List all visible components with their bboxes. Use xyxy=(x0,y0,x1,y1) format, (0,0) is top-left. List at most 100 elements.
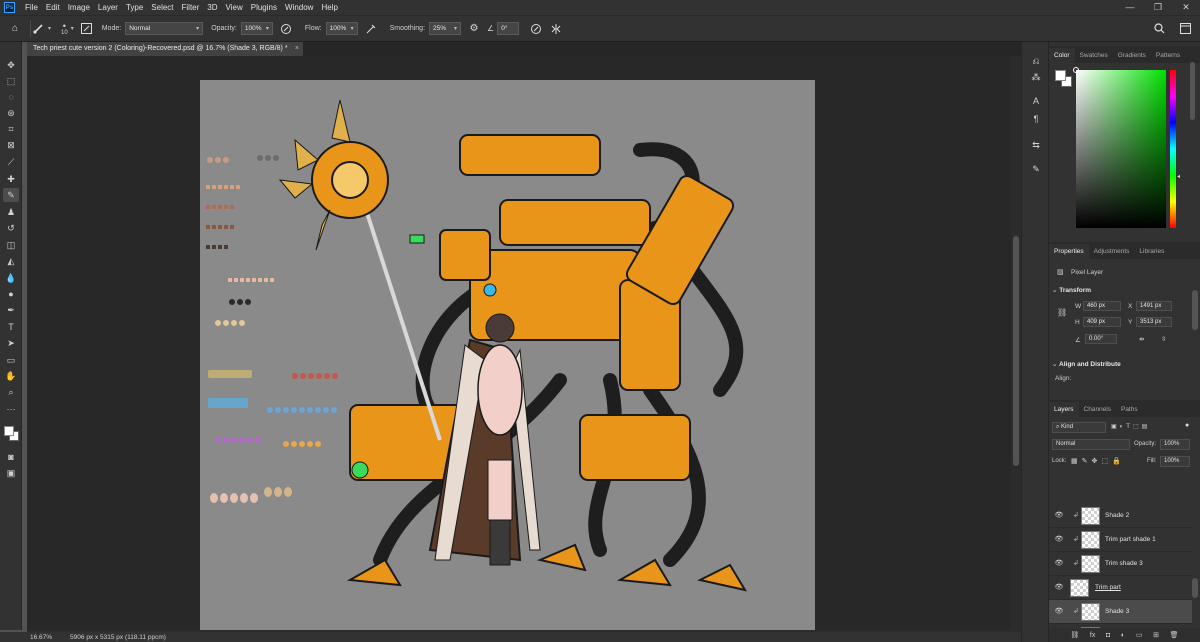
rectangle-tool-icon[interactable]: ▭ xyxy=(3,353,19,367)
eraser-tool-icon[interactable]: ◫ xyxy=(3,238,19,252)
menu-filter[interactable]: Filter xyxy=(178,3,204,12)
filter-toggle-icon[interactable]: ● xyxy=(1185,422,1189,429)
paint-bucket-tool-icon[interactable]: ◭ xyxy=(3,254,19,268)
tab-paths[interactable]: Paths xyxy=(1116,402,1143,417)
foreground-color-swatch[interactable] xyxy=(4,426,14,436)
canvas-area[interactable] xyxy=(27,56,1011,630)
color-marker[interactable] xyxy=(1073,67,1079,73)
brush-tool-icon[interactable] xyxy=(31,22,45,36)
layer-name[interactable]: Trim shade 3 xyxy=(1105,560,1143,567)
canvas-vertical-scrollbar[interactable] xyxy=(1011,56,1021,630)
tab-color[interactable]: Color xyxy=(1049,48,1075,63)
menu-3d[interactable]: 3D xyxy=(203,3,221,12)
color-picker-field[interactable] xyxy=(1073,67,1166,228)
brush-settings-icon[interactable] xyxy=(80,22,94,36)
layer-thumbnail[interactable] xyxy=(1081,507,1100,525)
clone-stamp-tool-icon[interactable]: ♟ xyxy=(3,205,19,219)
pressure-size-icon[interactable] xyxy=(529,22,543,36)
tab-layers[interactable]: Layers xyxy=(1049,402,1079,417)
flow-input[interactable]: 100% ▾ xyxy=(325,22,358,35)
layers-scrollbar[interactable] xyxy=(1192,578,1198,598)
quick-mask-icon[interactable]: ◙ xyxy=(3,450,19,464)
fx-icon[interactable]: fx xyxy=(1090,632,1095,639)
align-header[interactable]: ⌄ Align and Distribute xyxy=(1052,360,1121,368)
new-layer-icon[interactable]: ⊞ xyxy=(1153,631,1159,639)
hand-tool-icon[interactable]: ✋ xyxy=(3,369,19,383)
screen-mode-icon[interactable]: ▣ xyxy=(3,466,19,480)
search-icon[interactable] xyxy=(1152,22,1166,36)
home-icon[interactable]: ⌂ xyxy=(8,22,22,36)
menu-plugins[interactable]: Plugins xyxy=(247,3,281,12)
quick-select-tool-icon[interactable]: ⊛ xyxy=(3,106,19,120)
layer-row[interactable]: 👁 ↲ Shade 3 xyxy=(1049,600,1192,624)
more-tools-icon[interactable]: ··· xyxy=(3,402,19,416)
layer-filter-select[interactable]: ⌕ Kind xyxy=(1052,422,1106,433)
flip-horizontal-icon[interactable]: ⇹ xyxy=(1139,335,1144,343)
layer-row[interactable]: 👁 ↲ Trim shade 3 xyxy=(1049,552,1192,576)
blur-tool-icon[interactable]: 💧 xyxy=(3,271,19,285)
eye-icon[interactable]: 👁 xyxy=(1054,583,1064,593)
opacity-input[interactable]: 100% ▾ xyxy=(240,22,273,35)
tab-gradients[interactable]: Gradients xyxy=(1113,48,1151,63)
lasso-tool-icon[interactable]: ◌ xyxy=(3,90,19,104)
zoom-tool-icon[interactable]: ⌕ xyxy=(3,385,19,399)
document-tab[interactable]: Tech priest cute version 2 (Coloring)-Re… xyxy=(27,42,303,56)
smoothing-options-gear-icon[interactable]: ⚙ xyxy=(467,22,481,36)
layer-row[interactable]: 👁 ↲ Trim part shade 1 xyxy=(1049,528,1192,552)
menu-type[interactable]: Type xyxy=(122,3,147,12)
tab-libraries[interactable]: Libraries xyxy=(1134,244,1169,259)
adjustments-icon[interactable]: ⇆ xyxy=(1028,138,1044,152)
lock-icons[interactable]: ▦✎✥⬚🔒 xyxy=(1071,457,1125,465)
smoothing-input[interactable]: 25% ▾ xyxy=(429,22,462,35)
brush-tool-icon[interactable]: ✎ xyxy=(3,188,19,202)
crop-tool-icon[interactable]: ⌗ xyxy=(3,122,19,136)
menu-edit[interactable]: Edit xyxy=(42,3,64,12)
brush-presets-icon[interactable]: ⁂ xyxy=(1028,70,1044,84)
mask-icon[interactable]: ◘ xyxy=(1106,632,1110,639)
menu-image[interactable]: Image xyxy=(64,3,94,12)
foreground-color-swatch[interactable] xyxy=(1055,70,1066,81)
fill-input[interactable]: 100% xyxy=(1160,456,1190,467)
airbrush-icon[interactable] xyxy=(364,22,378,36)
layer-thumbnail[interactable] xyxy=(1070,579,1089,597)
minimize-button[interactable]: — xyxy=(1116,0,1144,15)
properties-scrollbar[interactable] xyxy=(1192,290,1198,330)
tab-channels[interactable]: Channels xyxy=(1079,402,1116,417)
layer-thumbnail[interactable] xyxy=(1081,555,1100,573)
eye-icon[interactable]: 👁 xyxy=(1054,511,1064,521)
menu-window[interactable]: Window xyxy=(281,3,317,12)
layer-name[interactable]: Shade 2 xyxy=(1105,512,1129,519)
menu-layer[interactable]: Layer xyxy=(94,3,122,12)
menu-select[interactable]: Select xyxy=(147,3,177,12)
eyedropper-tool-icon[interactable]: ⟋ xyxy=(3,155,19,169)
history-icon[interactable]: ⎌ xyxy=(1028,54,1044,68)
height-input[interactable]: 409 px xyxy=(1083,317,1121,327)
layer-row[interactable]: 👁 Trim part xyxy=(1049,576,1192,600)
dodge-tool-icon[interactable]: ● xyxy=(3,287,19,301)
layer-name[interactable]: Shade 3 xyxy=(1105,608,1129,615)
tab-patterns[interactable]: Patterns xyxy=(1151,48,1185,63)
eye-icon[interactable]: 👁 xyxy=(1054,559,1064,569)
path-select-tool-icon[interactable]: ➤ xyxy=(3,336,19,350)
close-button[interactable]: ✕ xyxy=(1172,0,1200,15)
symmetry-icon[interactable] xyxy=(549,22,563,36)
tab-adjustments[interactable]: Adjustments xyxy=(1089,244,1135,259)
document-canvas[interactable] xyxy=(200,80,815,630)
healing-brush-tool-icon[interactable]: ✚ xyxy=(3,172,19,186)
scroll-thumb[interactable] xyxy=(1013,236,1019,466)
layer-row[interactable]: 👁 ↲ Shade 2 xyxy=(1049,504,1192,528)
paragraph-icon[interactable]: ¶ xyxy=(1028,112,1044,126)
pen-tool-icon[interactable]: ✒ xyxy=(3,303,19,317)
eye-icon[interactable]: 👁 xyxy=(1054,535,1064,545)
brush-settings-icon[interactable]: ✎ xyxy=(1028,162,1044,176)
mode-select[interactable]: Normal ▾ xyxy=(125,22,204,35)
menu-help[interactable]: Help xyxy=(317,3,341,12)
flip-vertical-icon[interactable]: ⇳ xyxy=(1161,335,1166,343)
scroll-thumb[interactable] xyxy=(1190,62,1195,120)
frame-tool-icon[interactable]: ⊠ xyxy=(3,138,19,152)
type-tool-icon[interactable]: T xyxy=(3,320,19,334)
rotation-input[interactable]: 0.00° xyxy=(1085,334,1117,344)
width-input[interactable]: 460 px xyxy=(1083,301,1121,311)
group-icon[interactable]: ▭ xyxy=(1136,631,1143,639)
blend-mode-select[interactable]: Normal xyxy=(1052,439,1130,450)
